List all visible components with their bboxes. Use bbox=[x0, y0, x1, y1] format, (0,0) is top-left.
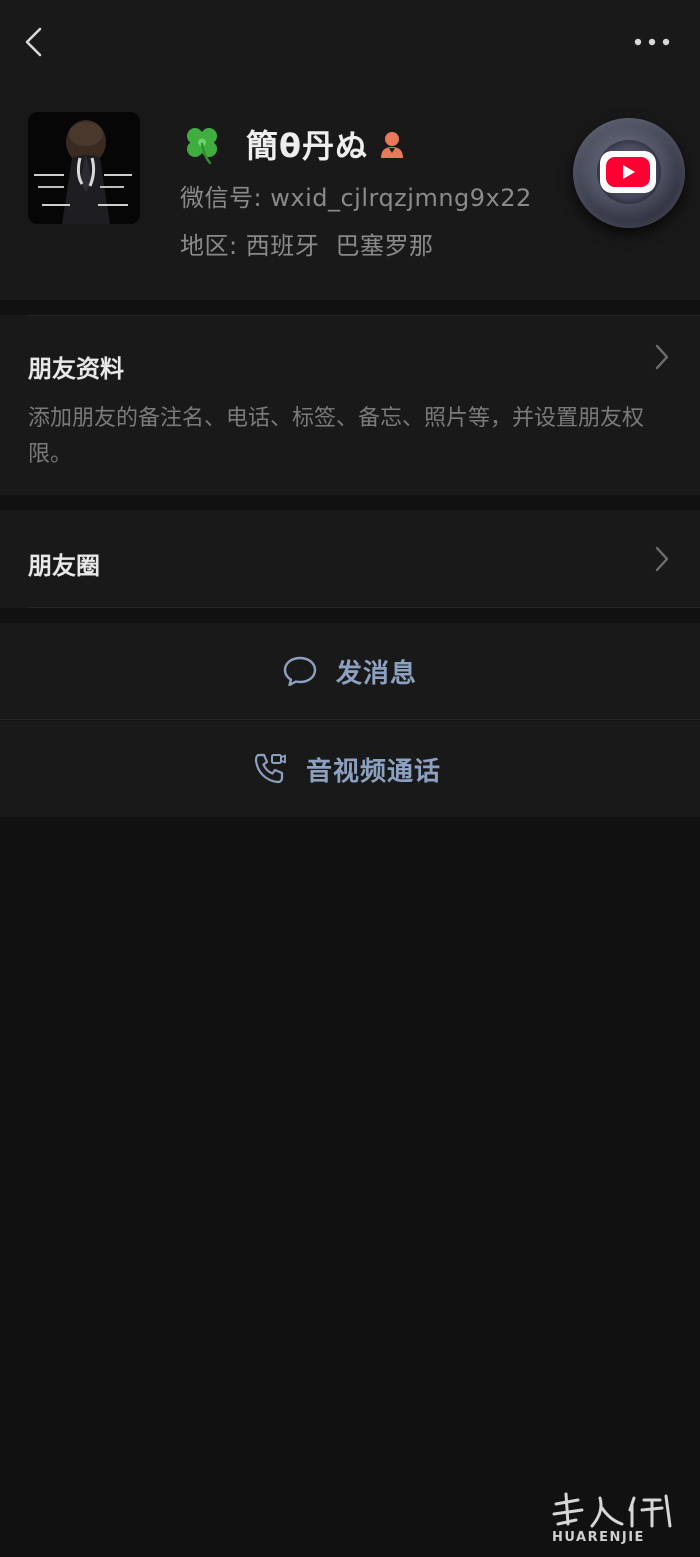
friend-profile-title: 朋友资料 bbox=[28, 355, 124, 383]
region-label: 地区: bbox=[180, 232, 238, 260]
name-row: 簡θ丹ぬ bbox=[180, 118, 406, 170]
video-call-label: 音视频通话 bbox=[306, 756, 442, 787]
nickname: 簡θ丹ぬ bbox=[246, 127, 368, 165]
profile-photo-image bbox=[28, 112, 140, 224]
more-button[interactable] bbox=[630, 28, 674, 56]
region-line: 地区: 西班牙 巴塞罗那 bbox=[180, 226, 434, 261]
region-value: 西班牙 巴塞罗那 bbox=[245, 232, 434, 260]
more-dots-icon bbox=[634, 38, 670, 46]
friend-profile-description: 添加朋友的备注名、电话、标签、备忘、照片等，并设置朋友权限。 bbox=[28, 406, 645, 467]
phone-video-icon bbox=[254, 753, 286, 784]
profile-header: 簡θ丹ぬ 微信号: wxid_cjlrqzjmng9x22 地区: 西班牙 巴塞… bbox=[0, 0, 700, 300]
avatar[interactable] bbox=[28, 112, 140, 224]
youtube-icon bbox=[600, 151, 656, 193]
back-button[interactable] bbox=[18, 22, 54, 62]
chevron-right-icon bbox=[655, 546, 669, 572]
female-user-icon bbox=[381, 132, 403, 158]
send-message-label: 发消息 bbox=[336, 658, 418, 689]
send-message-button[interactable]: 发消息 bbox=[0, 623, 700, 719]
wechat-id-label: 微信号: bbox=[180, 184, 263, 212]
divider bbox=[28, 607, 700, 608]
divider bbox=[28, 315, 700, 316]
watermark-text: HUARENJIE bbox=[552, 1530, 645, 1545]
chat-bubble-icon bbox=[283, 656, 317, 687]
clover-icon bbox=[187, 128, 217, 165]
wechat-id-line: 微信号: wxid_cjlrqzjmng9x22 bbox=[180, 178, 532, 213]
friend-profile-section[interactable]: 朋友资料 添加朋友的备注名、电话、标签、备忘、照片等，并设置朋友权限。 bbox=[0, 315, 700, 495]
floating-shortcut-bubble[interactable] bbox=[573, 118, 685, 228]
moments-section[interactable]: 朋友圈 bbox=[0, 510, 700, 608]
video-call-button[interactable]: 音视频通话 bbox=[0, 721, 700, 817]
chevron-right-icon bbox=[655, 344, 669, 370]
moments-title: 朋友圈 bbox=[28, 552, 100, 580]
video-call-inner: 音视频通话 bbox=[252, 721, 441, 817]
divider bbox=[0, 719, 700, 720]
wechat-id-value: wxid_cjlrqzjmng9x22 bbox=[270, 184, 532, 212]
contact-profile-page: 簡θ丹ぬ 微信号: wxid_cjlrqzjmng9x22 地区: 西班牙 巴塞… bbox=[0, 0, 700, 1557]
send-message-inner: 发消息 bbox=[282, 623, 417, 719]
chevron-left-icon bbox=[25, 27, 42, 57]
